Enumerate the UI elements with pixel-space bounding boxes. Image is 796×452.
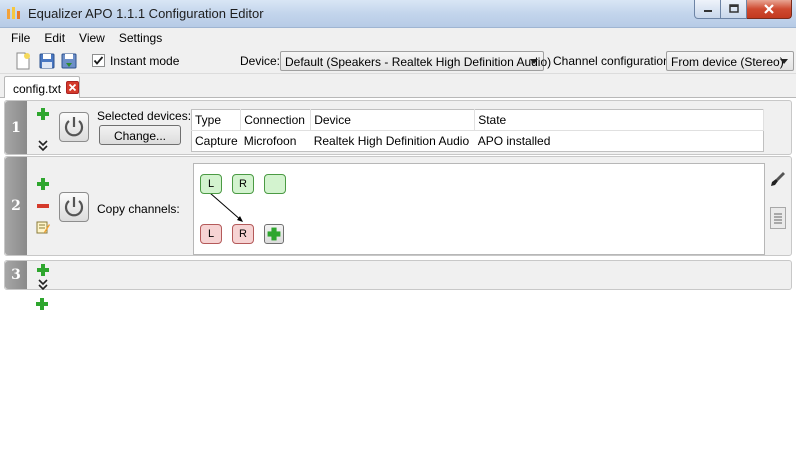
table-header-device: Device [310,109,476,131]
filter-row-2: 2 Copy channels: L R L R [4,156,792,256]
table-header-connection: Connection [240,109,312,131]
tab-config[interactable]: config.txt [4,76,80,99]
row-side-panel [762,157,792,255]
filter-row-1: 1 Selected devices: Change... Type Conne… [4,100,792,155]
title-bar: Equalizer APO 1.1.1 Configuration Editor [0,0,796,28]
menu-file[interactable]: File [4,28,37,48]
table-header-type: Type [191,109,242,131]
channel-configuration-select[interactable]: From device (Stereo) [666,51,794,71]
new-file-icon[interactable] [14,52,32,70]
maximize-button[interactable] [721,0,747,19]
app-icon [7,7,20,19]
instant-mode-label: Instant mode [110,54,180,68]
row-number: 2 [5,157,27,255]
cell-type: Capture [195,134,238,148]
expand-icon[interactable] [36,278,50,292]
close-icon [764,4,774,14]
menu-edit[interactable]: Edit [37,28,72,48]
source-channel-r[interactable]: R [232,174,254,194]
checkmark-icon [93,56,104,65]
add-target-channel-button[interactable] [264,224,284,244]
row-number: 1 [5,101,27,154]
device-select[interactable]: Default (Speakers - Realtek High Definit… [280,51,551,71]
selected-devices-label: Selected devices: [97,109,192,123]
menu-view[interactable]: View [72,28,112,48]
minimize-icon [703,10,712,12]
table-header-state: State [474,109,764,131]
cell-state: APO installed [477,134,551,148]
add-filter-icon[interactable] [35,297,49,311]
add-icon[interactable] [36,107,50,121]
add-icon[interactable] [36,263,50,277]
maximize-icon [728,4,739,13]
edit-icon[interactable] [36,220,50,234]
expand-icon[interactable] [36,139,50,153]
power-toggle[interactable] [59,112,89,142]
change-devices-button[interactable]: Change... [99,125,181,145]
close-icon [68,83,77,92]
row-number: 3 [5,261,27,289]
target-channel-r[interactable]: R [232,224,254,244]
channel-configuration-label: Channel configuration: [553,54,674,68]
brush-icon[interactable] [770,171,786,187]
add-icon[interactable] [36,177,50,191]
tab-label: config.txt [13,82,62,96]
minimize-button[interactable] [694,0,721,19]
menu-bar: File Edit View Settings [0,28,796,48]
toolbar: Instant mode Device: Default (Speakers -… [0,48,796,74]
copy-channels-label: Copy channels: [97,202,180,216]
scroll-handle[interactable] [770,207,786,229]
device-label: Device: [240,54,281,68]
add-icon [267,227,281,241]
save-icon[interactable] [38,52,56,70]
window-title: Equalizer APO 1.1.1 Configuration Editor [28,6,264,21]
table-row[interactable]: Capture Microfoon Realtek High Definitio… [192,131,764,152]
save-as-icon[interactable] [60,52,78,70]
tab-strip: config.txt [0,74,796,99]
filter-row-3: 3 [4,260,792,292]
source-channel-empty[interactable] [264,174,286,194]
cell-connection: Microfoon [243,134,297,148]
menu-settings[interactable]: Settings [112,28,169,48]
instant-mode-checkbox[interactable] [92,54,105,67]
editor-area: 1 Selected devices: Change... Type Conne… [0,98,796,452]
table-header-row: Type Connection Device State [191,109,764,131]
chevron-down-icon [780,59,788,64]
devices-table: Type Connection Device State Capture Mic… [191,109,764,152]
remove-icon[interactable] [36,199,50,213]
cell-device: Realtek High Definition Audio [313,134,470,148]
power-icon [64,117,84,137]
copy-channels-canvas[interactable]: L R L R [193,163,765,255]
channel-configuration-value: From device (Stereo) [671,55,784,69]
power-toggle[interactable] [59,192,89,222]
chevron-down-icon [530,59,538,64]
document-icon [774,213,782,224]
close-button[interactable] [747,0,792,19]
tab-close-button[interactable] [66,81,79,94]
target-channel-l[interactable]: L [200,224,222,244]
device-select-value: Default (Speakers - Realtek High Definit… [285,55,552,69]
source-channel-l[interactable]: L [200,174,222,194]
power-icon [64,197,84,217]
